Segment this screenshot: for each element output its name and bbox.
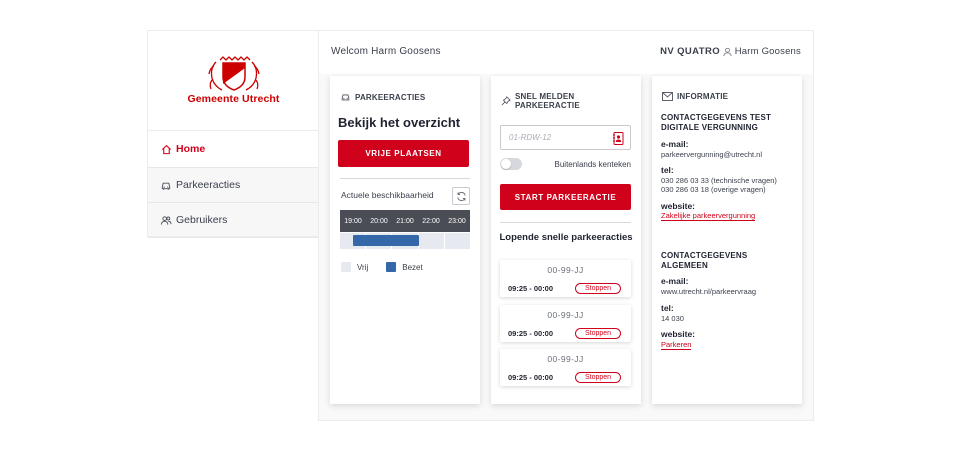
users-icon <box>160 214 172 226</box>
foreign-plate-toggle[interactable] <box>500 158 522 170</box>
timeline-track <box>340 233 470 249</box>
website-label: website: <box>661 200 696 211</box>
foreign-plate-row: Buitenlands kenteken <box>500 158 631 170</box>
contact-general-section: CONTACTGEGEVENS ALGEMEEN e-mail: www.utr… <box>661 251 793 350</box>
user-name: Harm Goosens <box>734 46 801 57</box>
main-content: Welcom Harm Goosens NV QUATRO Harm Goose… <box>318 30 814 421</box>
start-parkeeractie-button[interactable]: START PARKEERACTIE <box>500 184 631 210</box>
running-action-item: 00-99-JJ 09:25 - 00:00 Stoppen <box>500 305 631 342</box>
running-action-item: 00-99-JJ 09:25 - 00:00 Stoppen <box>500 349 631 386</box>
availability-timeline: 19:00 20:00 21:00 22:00 23:00 <box>340 210 470 250</box>
user-menu[interactable]: Harm Goosens <box>723 46 801 57</box>
top-bar: Welcom Harm Goosens NV QUATRO Harm Goose… <box>319 31 813 74</box>
legend-occupied-swatch <box>386 262 397 272</box>
divider <box>500 222 631 223</box>
section-title: CONTACTGEGEVENS ALGEMEEN <box>661 251 748 270</box>
user-icon <box>723 47 732 56</box>
sidebar-item-label: Gebruikers <box>176 214 228 226</box>
foreign-plate-label: Buitenlands kenteken <box>554 159 632 169</box>
running-actions-title: Lopende snelle parkeeracties <box>499 232 633 243</box>
city-crest-icon <box>207 56 260 91</box>
card-heading: PARKEERACTIES <box>340 92 425 102</box>
tel-value: 030 286 03 18 (overige vragen) <box>661 185 766 194</box>
timeline-hour: 22:00 <box>422 217 440 225</box>
stop-button[interactable]: Stoppen <box>575 283 621 294</box>
tel-value: 030 286 03 33 (technische vragen) <box>661 175 777 185</box>
legend-free-label: Vrij <box>357 262 369 272</box>
card-title: Bekijk het overzicht <box>338 115 461 130</box>
welcome-text: Welcom Harm Goosens <box>331 46 441 57</box>
sidebar-item-gebruikers[interactable]: Gebruikers <box>148 203 319 238</box>
legend: Vrij Bezet <box>341 262 423 272</box>
sidebar-item-label: Home <box>176 143 206 155</box>
stop-button[interactable]: Stoppen <box>575 328 621 339</box>
card-heading-label: INFORMATIE <box>677 92 729 101</box>
running-plate: 00-99-JJ <box>547 310 584 320</box>
timeline-hour: 23:00 <box>448 217 466 225</box>
informatie-card: INFORMATIE CONTACTGEGEVENS TEST DIGITALE… <box>652 76 802 404</box>
email-label: e-mail: <box>661 139 689 149</box>
tel-value: 14 030 <box>661 313 684 323</box>
car-icon <box>341 94 350 101</box>
license-plate-field[interactable] <box>501 126 601 149</box>
timeline-hour: 21:00 <box>396 217 414 225</box>
license-plate-input[interactable] <box>500 125 631 150</box>
running-time: 09:25 - 00:00 <box>508 284 554 293</box>
divider <box>340 178 470 179</box>
website-link[interactable]: Parkeren <box>661 339 692 350</box>
legend-free-swatch <box>341 262 351 272</box>
running-time: 09:25 - 00:00 <box>508 373 554 382</box>
refresh-button[interactable] <box>452 187 470 205</box>
mail-icon <box>662 92 673 101</box>
sidebar-item-label: Parkeeracties <box>176 179 241 191</box>
card-heading-label: PARKEERACTIES <box>355 92 426 102</box>
sidebar-item-home[interactable]: Home <box>148 131 319 168</box>
availability-label: Actuele beschikbaarheid <box>341 190 434 200</box>
legend-occupied-label: Bezet <box>402 262 423 272</box>
company-name: NV QUATRO <box>660 46 720 57</box>
sidebar: Gemeente Utrecht Home Parkeeracties Gebr… <box>147 30 319 238</box>
email-value: www.utrecht.nl/parkeervraag <box>661 286 757 296</box>
card-heading: SNEL MELDEN PARKEERACTIE <box>501 92 641 110</box>
tel-label: tel: <box>661 165 674 175</box>
logo-text: Gemeente Utrecht <box>187 93 280 105</box>
section-title: CONTACTGEGEVENS TEST DIGITALE VERGUNNING <box>661 113 772 132</box>
snel-melden-card: SNEL MELDEN PARKEERACTIE Buitenlands ken… <box>491 76 641 404</box>
timeline-hour: 19:00 <box>344 217 362 225</box>
pin-icon <box>501 96 511 106</box>
timeline-hour: 20:00 <box>370 217 388 225</box>
occupied-bar <box>353 235 419 246</box>
running-plate: 00-99-JJ <box>547 354 584 364</box>
vrije-plaatsen-button[interactable]: VRIJE PLAATSEN <box>338 140 469 167</box>
email-label: e-mail: <box>661 276 689 286</box>
website-link[interactable]: Zakelijke parkeervergunning <box>661 211 756 221</box>
parkeeracties-card: PARKEERACTIES Bekijk het overzicht VRIJE… <box>330 76 480 404</box>
logo[interactable]: Gemeente Utrecht <box>148 31 319 131</box>
running-action-item: 00-99-JJ 09:25 - 00:00 Stoppen <box>500 260 631 297</box>
sidebar-item-parkeeracties[interactable]: Parkeeracties <box>148 168 319 203</box>
refresh-icon <box>456 191 466 201</box>
contact-test-section: CONTACTGEGEVENS TEST DIGITALE VERGUNNING… <box>661 113 793 221</box>
home-icon <box>160 143 172 155</box>
email-value: parkeervergunning@utrecht.nl <box>661 149 763 159</box>
running-time: 09:25 - 00:00 <box>508 329 554 338</box>
timeline-hours: 19:00 20:00 21:00 22:00 23:00 <box>340 210 470 232</box>
card-heading-label: SNEL MELDEN PARKEERACTIE <box>514 92 580 110</box>
website-label: website: <box>661 329 696 339</box>
car-icon <box>160 179 172 191</box>
running-plate: 00-99-JJ <box>547 265 584 275</box>
card-heading: INFORMATIE <box>662 92 728 101</box>
stop-button[interactable]: Stoppen <box>575 372 621 383</box>
tel-label: tel: <box>661 303 674 313</box>
contacts-book-icon[interactable] <box>613 132 624 150</box>
